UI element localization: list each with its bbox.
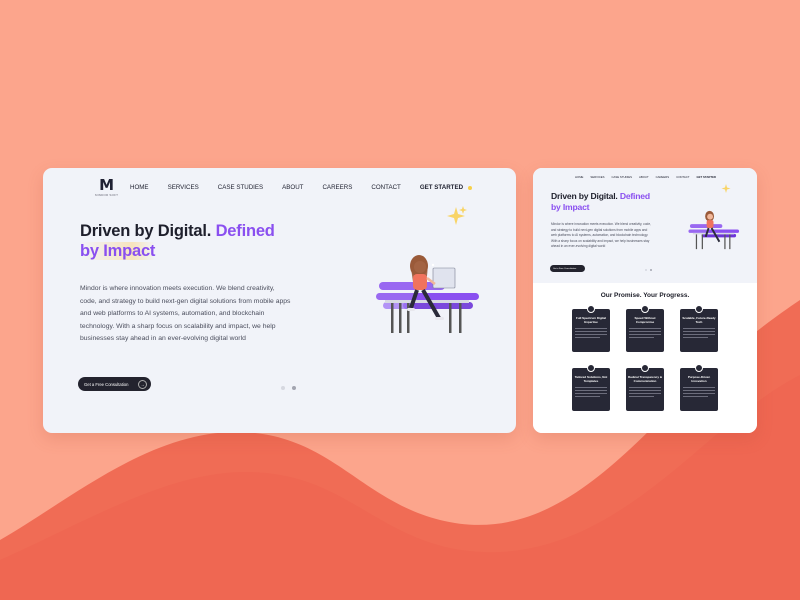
card-text-line [629,331,661,332]
logo-mark: M [99,176,115,194]
hero-illustration [376,255,479,333]
preview-cta-button[interactable]: Get a Free Consultation [550,265,585,272]
logo-tagline: MINDOR SOFT [95,193,119,197]
card-text-line [575,396,600,397]
preview-hero-title: Driven by Digital. Defined by Impact [551,191,661,212]
preview-nav-get-started[interactable]: GET STARTED [697,175,717,179]
nav-contact[interactable]: CONTACT [371,184,400,191]
slider-dots [281,386,296,390]
promise-card-title: Purpose-Driven Innovation [687,375,711,383]
hero-description: Mindor is where innovation meets executi… [80,285,291,342]
card-text-line [629,328,661,329]
nav-services[interactable]: SERVICES [168,184,199,191]
preview-nav-contact[interactable]: CONTACT [676,175,689,179]
nav-get-started[interactable]: GET STARTED [419,184,473,191]
card-text-line [629,396,654,397]
promise-title: Our Promise. Your Progress. [600,292,690,299]
sparkle-icon [447,206,467,225]
hero-title-accent2: by Impact [80,242,156,260]
promise-card-4[interactable]: Tailored Solutions, Not Templates [572,364,610,411]
preview-nav-case-studies[interactable]: CASE STUDIES [612,175,633,179]
promise-card-title: Radical Transparency & Communication [628,375,663,383]
hero-title-part1: Driven by Digital. [80,222,212,240]
preview-hero-title-part1: Driven by Digital. [551,191,618,201]
card-text-line [683,390,715,391]
card-text-line [575,331,607,332]
nav-get-started-label: GET STARTED [419,184,464,191]
card-text-line [629,334,661,335]
hero-title: Driven by Digital. Defined by Impact [80,221,310,261]
preview-nav-careers[interactable]: CAREERS [656,175,670,179]
preview-hero-illustration [688,210,740,250]
card-text-line [683,328,715,329]
card-text-line [575,334,607,335]
card-text-line [575,337,600,338]
preview-hero-section: HOME SERVICES CASE STUDIES ABOUT CAREERS… [533,168,757,283]
main-website-card: M MINDOR SOFT HOME SERVICES CASE STUDIES… [43,168,516,433]
slider-dot-2[interactable] [292,386,296,390]
preview-nav-home[interactable]: HOME [575,175,583,179]
main-nav: HOME SERVICES CASE STUDIES ABOUT CAREERS… [130,184,473,191]
pin-icon [695,305,703,313]
card-text-line [629,390,661,391]
preview-nav: HOME SERVICES CASE STUDIES ABOUT CAREERS… [575,175,716,179]
pin-icon [641,364,649,372]
nav-home[interactable]: HOME [130,184,149,191]
card-text-line [683,331,715,332]
preview-sparkle-icon [721,184,731,193]
preview-slider-dots [645,269,652,271]
hero-title-accent1: Defined [215,222,275,240]
card-text-line [683,334,715,335]
pin-icon [587,305,595,313]
card-text-line [575,328,607,329]
card-text-line [629,393,661,394]
card-text-line [683,337,708,338]
arrow-right-icon: → [138,379,147,389]
pin-icon [695,364,703,372]
promise-card-3[interactable]: Scalable, Future-Ready Tech [680,305,718,352]
card-text-line [629,337,654,338]
preview-slider-dot-1[interactable] [645,269,647,271]
preview-nav-services[interactable]: SERVICES [590,175,604,179]
preview-hero-description: Mindor is where innovation meets executi… [551,222,651,248]
nav-case-studies[interactable]: CASE STUDIES [218,184,263,191]
preview-slider-dot-2[interactable] [650,269,652,271]
card-text-line [575,387,607,388]
card-text-line [683,396,708,397]
get-started-dot-icon [468,185,473,190]
promise-card-6[interactable]: Purpose-Driven Innovation [680,364,718,411]
promise-card-title: Scalable, Future-Ready Tech [682,316,716,324]
card-text-line [683,393,715,394]
promise-card-title: Full Spectrum Digital Expertise [575,316,606,324]
preview-hero-title-accent1: Defined [619,191,650,201]
promise-card-title: Tailored Solutions, Not Templates [574,375,608,383]
preview-cta-label: Get a Free Consultation [553,267,577,270]
cta-button[interactable]: Get a Free Consultation → [78,377,151,391]
promise-card-title: Speed Without Compromise [634,316,656,324]
nav-careers[interactable]: CAREERS [322,184,352,191]
promise-card-1[interactable]: Full Spectrum Digital Expertise [572,305,610,352]
promise-section: Our Promise. Your Progress. Full Spectru… [533,283,757,433]
card-text-line [629,387,661,388]
card-text-line [575,390,607,391]
pin-icon [587,364,595,372]
preview-nav-about[interactable]: ABOUT [639,175,649,179]
preview-website-card: HOME SERVICES CASE STUDIES ABOUT CAREERS… [533,168,757,433]
logo[interactable]: M MINDOR SOFT [95,176,119,198]
card-text-line [575,393,607,394]
preview-hero-title-accent2: by Impact [551,201,590,212]
nav-about[interactable]: ABOUT [282,184,303,191]
slider-dot-1[interactable] [281,386,285,390]
pin-icon [641,305,649,313]
card-text-line [683,387,715,388]
cta-label: Get a Free Consultation [84,381,129,387]
promise-card-2[interactable]: Speed Without Compromise [626,305,664,352]
promise-card-5[interactable]: Radical Transparency & Communication [626,364,664,411]
